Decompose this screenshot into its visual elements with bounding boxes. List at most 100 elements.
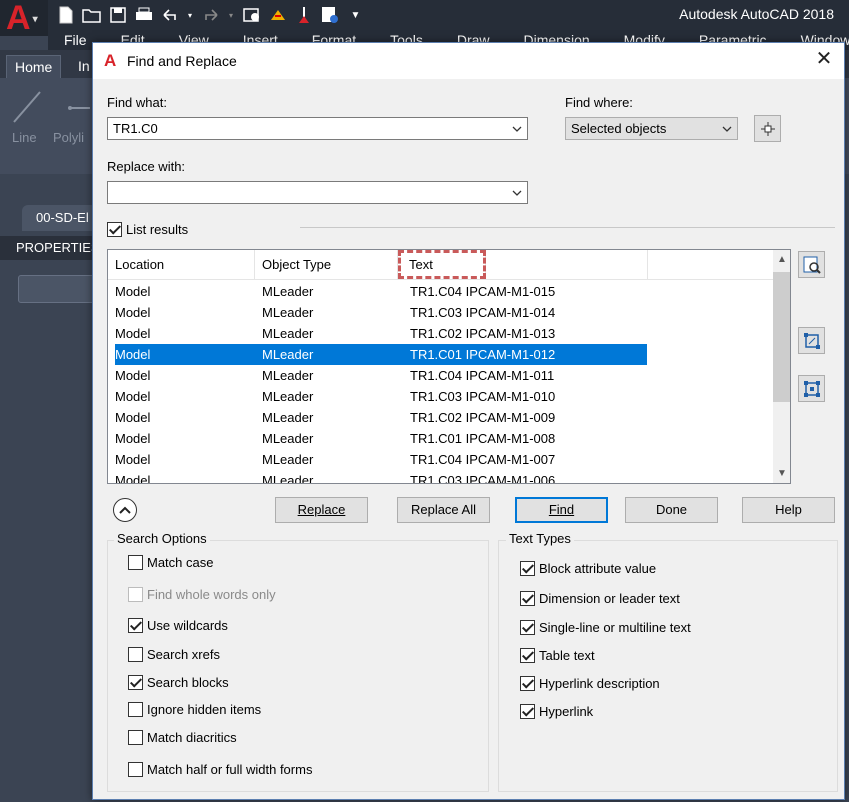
table-text-checkbox[interactable] [520,648,535,663]
find-what-label: Find what: [107,95,167,110]
result-text: TR1.C03 IPCAM-M1-006 [410,473,556,484]
result-row[interactable]: Model MLeader TR1.C02 IPCAM-M1-013 [115,323,647,344]
result-row[interactable]: Model MLeader TR1.C02 IPCAM-M1-009 [115,407,647,428]
table-text-label[interactable]: Table text [539,648,595,663]
result-row[interactable]: Model MLeader TR1.C01 IPCAM-M1-008 [115,428,647,449]
find-where-value: Selected objects [571,121,667,136]
text-types-group [498,540,838,792]
column-text[interactable]: Text [398,250,486,279]
hyperlink-checkbox[interactable] [520,704,535,719]
replace-all-button[interactable]: Replace All [397,497,490,523]
scrollbar-thumb[interactable] [773,272,790,402]
search-xrefs-label[interactable]: Search xrefs [147,647,220,662]
match-case-label[interactable]: Match case [147,555,213,570]
use-wildcards-checkbox[interactable] [128,618,143,633]
open-folder-icon[interactable] [82,6,101,25]
result-row[interactable]: Model MLeader TR1.C03 IPCAM-M1-014 [115,302,647,323]
results-scrollbar[interactable]: ▲ ▼ [773,250,790,483]
find-where-dropdown[interactable]: Selected objects [565,117,738,140]
redo-icon[interactable] [201,6,220,25]
hyperlink-label[interactable]: Hyperlink [539,704,593,719]
result-row[interactable]: Model MLeader TR1.C04 IPCAM-M1-011 [115,365,647,386]
result-object-type: MLeader [262,284,314,299]
result-text: TR1.C02 IPCAM-M1-013 [410,326,556,341]
match-case-checkbox[interactable] [128,555,143,570]
paint-bucket-icon[interactable] [294,6,313,25]
close-icon[interactable]: ✕ [812,48,836,72]
text-types-legend: Text Types [506,531,574,546]
search-xrefs-checkbox[interactable] [128,647,143,662]
match-diacritics-checkbox[interactable] [128,730,143,745]
polyline-tool-label[interactable]: Polyli [53,130,84,145]
new-file-icon[interactable] [56,6,75,25]
match-properties-icon[interactable] [268,6,287,25]
crosshair-icon [760,121,775,136]
undo-icon[interactable] [160,6,179,25]
column-location[interactable]: Location [108,250,255,279]
zoom-to-highlighted-button[interactable] [798,251,825,278]
chevron-down-icon[interactable] [511,187,523,199]
search-blocks-label[interactable]: Search blocks [147,675,229,690]
chevron-down-icon [722,126,732,132]
collapse-options-button[interactable] [113,498,137,522]
use-wildcards-label[interactable]: Use wildcards [147,618,228,633]
result-row[interactable]: Model MLeader TR1.C01 IPCAM-M1-012 [115,344,647,365]
result-row[interactable]: Model MLeader TR1.C04 IPCAM-M1-015 [115,281,647,302]
dimension-or-leader-text-checkbox[interactable] [520,591,535,606]
done-button[interactable]: Done [625,497,718,523]
match-diacritics-label[interactable]: Match diacritics [147,730,237,745]
properties-dropdown[interactable] [18,275,98,303]
app-title: Autodesk AutoCAD 2018 [679,6,834,22]
line-tool-icon[interactable] [10,86,90,126]
customize-qat-icon[interactable]: ▼ [346,6,365,25]
ignore-hidden-items-checkbox[interactable] [128,702,143,717]
line-tool-label[interactable]: Line [12,130,37,145]
ignore-hidden-items-label[interactable]: Ignore hidden items [147,702,261,717]
match-half-or-full-width-forms-label[interactable]: Match half or full width forms [147,762,312,777]
help-button[interactable]: Help [742,497,835,523]
result-row[interactable]: Model MLeader TR1.C04 IPCAM-M1-007 [115,449,647,470]
plot-icon[interactable] [242,6,261,25]
chevron-down-icon[interactable] [511,123,523,135]
block-attribute-value-checkbox[interactable] [520,561,535,576]
result-row[interactable]: Model MLeader TR1.C03 IPCAM-M1-010 [115,386,647,407]
list-results-checkbox[interactable] [107,222,122,237]
find-button[interactable]: Find [515,497,608,523]
create-selection-set-all-button[interactable] [798,375,825,402]
results-header: Location Object Type Text [108,250,774,280]
single-line-or-multiline-text-checkbox[interactable] [520,620,535,635]
workspace-icon[interactable] [320,6,339,25]
result-row[interactable]: Model MLeader TR1.C03 IPCAM-M1-006 [115,470,647,484]
menu-file[interactable]: File [64,30,87,50]
results-list[interactable]: Location Object Type Text Model MLeader TR… [107,249,791,484]
tab-home[interactable]: Home [6,55,62,78]
replace-with-combo[interactable] [107,181,528,204]
select-objects-button[interactable] [754,115,781,142]
single-line-or-multiline-text-label[interactable]: Single-line or multiline text [539,620,691,635]
list-results-label[interactable]: List results [126,222,188,237]
create-selection-set-button[interactable] [798,327,825,354]
scroll-down-icon[interactable]: ▼ [777,468,787,479]
replace-button[interactable]: Replace [275,497,368,523]
undo-dropdown-icon[interactable]: ▾ [186,6,194,25]
autocad-logo-icon[interactable]: A ▾ [0,0,48,36]
result-location: Model [115,389,151,404]
properties-palette-title[interactable]: PROPERTIES [0,236,100,260]
dimension-or-leader-text-label[interactable]: Dimension or leader text [539,591,680,606]
match-half-or-full-width-forms-checkbox[interactable] [128,762,143,777]
column-object-type[interactable]: Object Type [255,250,398,279]
save-icon[interactable] [108,6,127,25]
document-tab[interactable]: 00-SD-El [22,205,102,231]
scroll-up-icon[interactable]: ▲ [777,254,787,265]
print-icon[interactable] [134,6,153,25]
find-what-value[interactable]: TR1.C0 [113,121,158,136]
hyperlink-description-checkbox[interactable] [520,676,535,691]
result-text: TR1.C01 IPCAM-M1-008 [410,431,556,446]
zoom-to-result-icon [803,256,821,274]
find-what-combo[interactable]: TR1.C0 [107,117,528,140]
result-location: Model [115,452,151,467]
redo-dropdown-icon[interactable]: ▾ [227,6,235,25]
search-blocks-checkbox[interactable] [128,675,143,690]
hyperlink-description-label[interactable]: Hyperlink description [539,676,660,691]
block-attribute-value-label[interactable]: Block attribute value [539,561,656,576]
